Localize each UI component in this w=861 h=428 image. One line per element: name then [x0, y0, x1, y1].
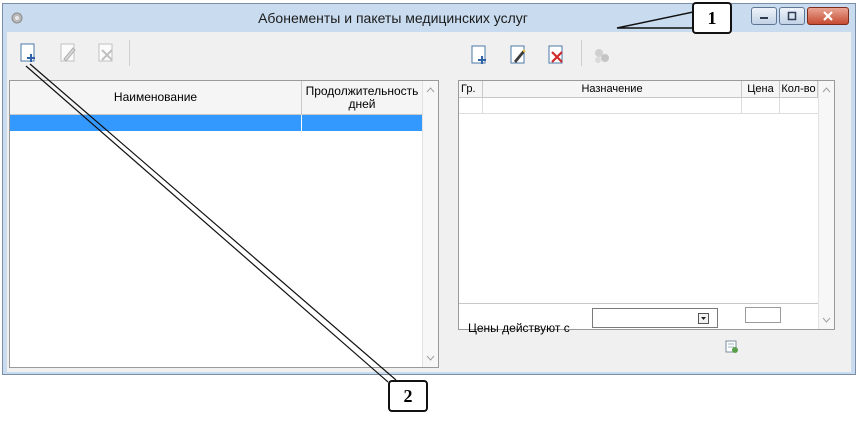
callout-one: 1: [692, 2, 732, 34]
callout-two: 2: [388, 380, 428, 412]
callout-lines: [25, 11, 694, 383]
